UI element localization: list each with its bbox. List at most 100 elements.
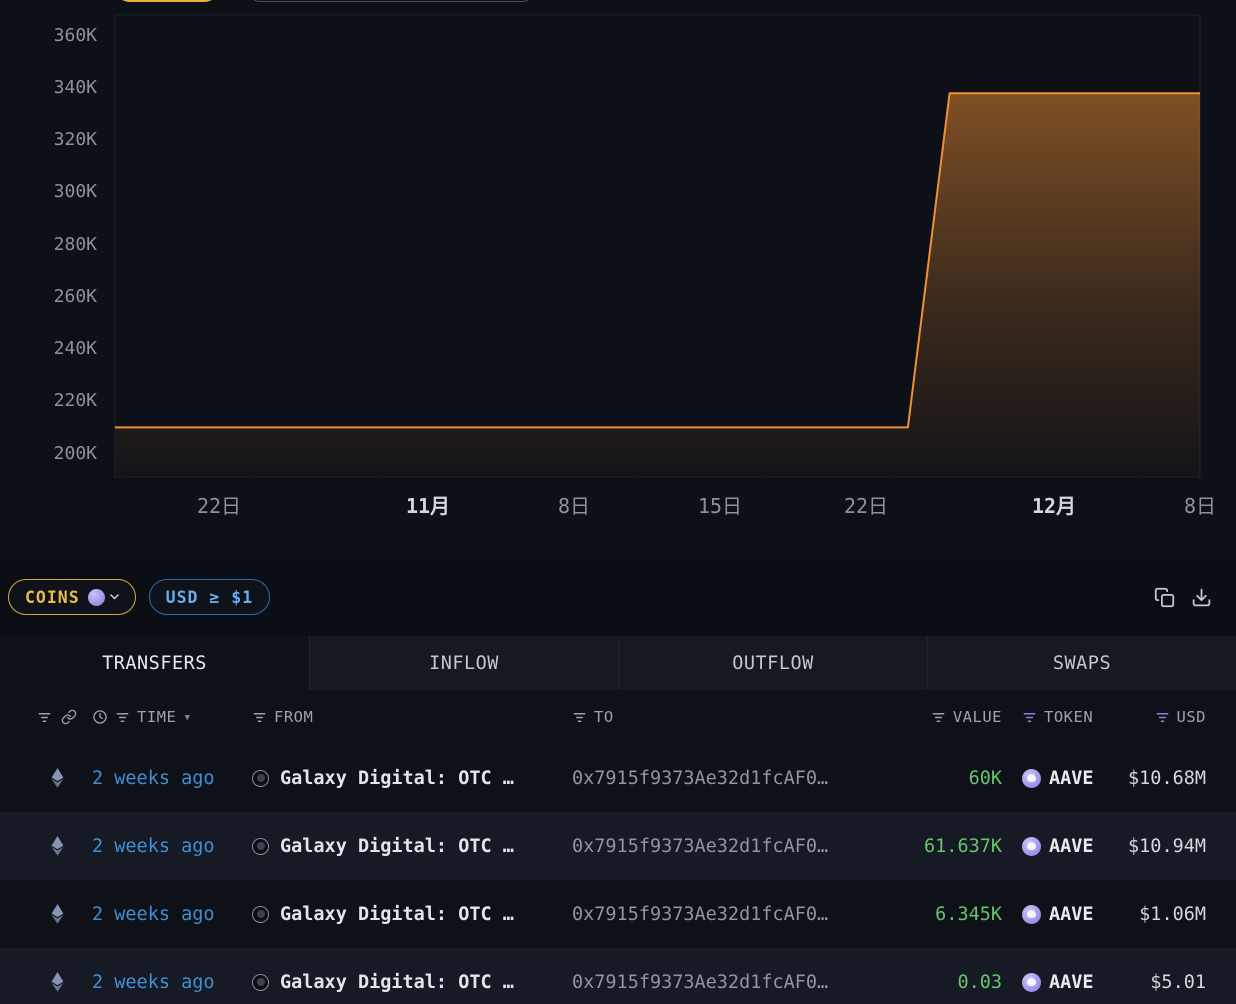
- usd-cell: $10.94M: [1112, 836, 1206, 857]
- aave-token-icon: [1022, 905, 1041, 924]
- tab-transfers[interactable]: TRANSFERS: [0, 636, 309, 690]
- filter-bar: COINS USD ≥ $1: [0, 558, 1236, 636]
- from-entity[interactable]: Galaxy Digital: OTC …: [252, 768, 572, 789]
- time-link[interactable]: 2 weeks ago: [92, 904, 215, 925]
- to-address[interactable]: 0x7915f9373Ae32d1fcAF0…: [572, 904, 902, 925]
- page-root: 360K 340K 320K 300K 280K 260K 240K 220K …: [0, 0, 1236, 1004]
- y-axis-label: 260K: [0, 286, 97, 308]
- token-label: AAVE: [1049, 836, 1094, 857]
- y-axis-label: 280K: [0, 234, 97, 256]
- area-fill: [115, 93, 1200, 477]
- token-cell[interactable]: AAVE: [1002, 904, 1112, 925]
- col-header-time: TIME: [137, 708, 176, 726]
- time-link[interactable]: 2 weeks ago: [92, 768, 215, 789]
- tab-inflow[interactable]: INFLOW: [309, 636, 618, 690]
- from-entity-label: Galaxy Digital: OTC …: [280, 836, 514, 857]
- filter-icon[interactable]: [252, 710, 267, 725]
- time-link[interactable]: 2 weeks ago: [92, 972, 215, 993]
- from-entity-label: Galaxy Digital: OTC …: [280, 972, 514, 993]
- y-axis-label: 320K: [0, 129, 97, 151]
- to-address[interactable]: 0x7915f9373Ae32d1fcAF0…: [572, 836, 902, 857]
- aave-token-icon: [1022, 837, 1041, 856]
- table-tabs: TRANSFERS INFLOW OUTFLOW SWAPS: [0, 636, 1236, 690]
- filter-icon[interactable]: [115, 710, 130, 725]
- table-row: 2 weeks ago Galaxy Digital: OTC … 0x7915…: [0, 880, 1236, 948]
- token-label: AAVE: [1049, 972, 1094, 993]
- y-axis-label: 300K: [0, 181, 97, 203]
- from-entity[interactable]: Galaxy Digital: OTC …: [252, 972, 572, 993]
- to-address[interactable]: 0x7915f9373Ae32d1fcAF0…: [572, 972, 902, 993]
- usd-cell: $1.06M: [1112, 904, 1206, 925]
- usd-cell: $10.68M: [1112, 768, 1206, 789]
- usd-filter-chip[interactable]: USD ≥ $1: [149, 579, 270, 615]
- coin-token-icon: [88, 589, 105, 606]
- copy-icon: [1154, 587, 1175, 608]
- ethereum-chain-icon: [51, 768, 64, 788]
- balance-chart-section: 360K 340K 320K 300K 280K 260K 240K 220K …: [0, 0, 1236, 558]
- aave-token-icon: [1022, 769, 1041, 788]
- token-label: AAVE: [1049, 768, 1094, 789]
- y-axis-label: 240K: [0, 338, 97, 360]
- x-axis-label: 22日: [197, 490, 241, 519]
- tab-outflow[interactable]: OUTFLOW: [618, 636, 927, 690]
- token-cell[interactable]: AAVE: [1002, 972, 1112, 993]
- col-header-token: TOKEN: [1044, 708, 1093, 726]
- entity-logo-icon: [252, 974, 269, 991]
- time-range-button-partial[interactable]: [114, 0, 220, 2]
- table-header-row: TIME ▾ FROM TO VALUE TOKEN USD: [0, 690, 1236, 744]
- from-entity[interactable]: Galaxy Digital: OTC …: [252, 836, 572, 857]
- download-button[interactable]: [1191, 587, 1212, 608]
- filter-icon[interactable]: [1022, 710, 1037, 725]
- from-entity[interactable]: Galaxy Digital: OTC …: [252, 904, 572, 925]
- filter-icon[interactable]: [1155, 710, 1170, 725]
- from-entity-label: Galaxy Digital: OTC …: [280, 768, 514, 789]
- x-axis: 22日 11月 8日 15日 22日 12月 8日: [0, 490, 1236, 520]
- usd-cell: $5.01: [1112, 972, 1206, 993]
- y-axis: 360K 340K 320K 300K 280K 260K 240K 220K …: [0, 0, 97, 478]
- tab-swaps[interactable]: SWAPS: [927, 636, 1236, 690]
- table-row: 2 weeks ago Galaxy Digital: OTC … 0x7915…: [0, 948, 1236, 1004]
- from-entity-label: Galaxy Digital: OTC …: [280, 904, 514, 925]
- entity-logo-icon: [252, 906, 269, 923]
- clock-icon: [92, 709, 108, 725]
- value-cell: 6.345K: [902, 904, 1002, 925]
- ethereum-chain-icon: [51, 904, 64, 924]
- col-header-to: TO: [594, 708, 614, 726]
- coins-filter-chip[interactable]: COINS: [8, 579, 136, 615]
- x-axis-label: 8日: [558, 490, 590, 519]
- token-cell[interactable]: AAVE: [1002, 836, 1112, 857]
- filter-icon[interactable]: [572, 710, 587, 725]
- ethereum-chain-icon: [51, 836, 64, 856]
- chevron-down-icon: [110, 594, 119, 600]
- time-link[interactable]: 2 weeks ago: [92, 836, 215, 857]
- x-axis-label: 22日: [844, 490, 888, 519]
- x-axis-label: 8日: [1184, 490, 1216, 519]
- table-row: 2 weeks ago Galaxy Digital: OTC … 0x7915…: [0, 744, 1236, 812]
- download-icon: [1191, 587, 1212, 608]
- token-cell[interactable]: AAVE: [1002, 768, 1112, 789]
- y-axis-label: 220K: [0, 390, 97, 412]
- filter-icon[interactable]: [37, 710, 52, 725]
- entity-logo-icon: [252, 770, 269, 787]
- value-cell: 0.03: [902, 972, 1002, 993]
- sort-caret-icon[interactable]: ▾: [183, 710, 191, 725]
- x-axis-label: 11月: [406, 490, 450, 519]
- table-row: 2 weeks ago Galaxy Digital: OTC … 0x7915…: [0, 812, 1236, 880]
- usd-filter-label: USD ≥ $1: [166, 588, 253, 607]
- y-axis-label: 200K: [0, 443, 97, 465]
- col-header-value: VALUE: [953, 708, 1002, 726]
- token-label: AAVE: [1049, 904, 1094, 925]
- balance-area-chart: [0, 0, 1236, 478]
- y-axis-label: 340K: [0, 77, 97, 99]
- chart-toolbar-partial[interactable]: [251, 0, 531, 2]
- copy-button[interactable]: [1154, 587, 1175, 608]
- x-axis-label: 12月: [1032, 490, 1076, 519]
- ethereum-chain-icon: [51, 972, 64, 992]
- filter-icon[interactable]: [931, 710, 946, 725]
- col-header-usd: USD: [1177, 708, 1207, 726]
- value-cell: 60K: [902, 768, 1002, 789]
- table-toolbar: [1154, 587, 1212, 608]
- col-header-from: FROM: [274, 708, 313, 726]
- x-axis-label: 15日: [698, 490, 742, 519]
- to-address[interactable]: 0x7915f9373Ae32d1fcAF0…: [572, 768, 902, 789]
